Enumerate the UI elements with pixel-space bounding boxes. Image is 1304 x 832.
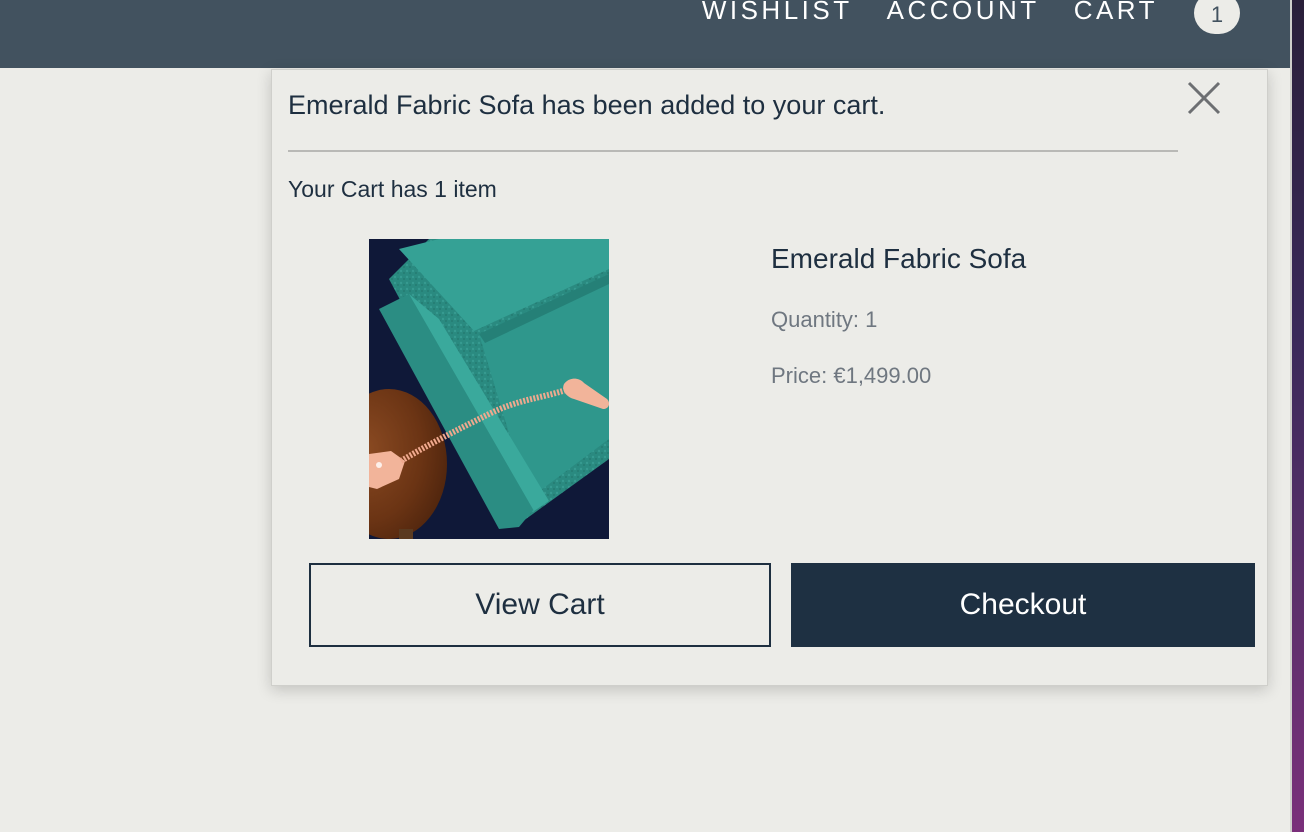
page: WISHLIST ACCOUNT CART 1 Emerald Fabric S… [0,0,1304,832]
close-icon[interactable] [1186,80,1222,116]
added-to-cart-popup: Emerald Fabric Sofa has been added to yo… [271,69,1268,686]
popup-title: Emerald Fabric Sofa has been added to yo… [288,90,886,120]
header-nav: WISHLIST ACCOUNT CART [668,0,1158,32]
product-name[interactable]: Emerald Fabric Sofa [771,243,1026,275]
view-cart-button[interactable]: View Cart [309,563,771,647]
cart-item-count: Your Cart has 1 item [288,176,497,202]
desktop-background-edge [1290,0,1304,832]
product-price: Price: €1,499.00 [771,363,932,388]
sofa-product-image [369,239,609,539]
popup-divider [288,150,1178,152]
close-icon-graphic [1187,81,1221,115]
site-header: WISHLIST ACCOUNT CART 1 [0,0,1290,68]
checkout-button[interactable]: Checkout [791,563,1255,647]
nav-link-wishlist[interactable]: WISHLIST [702,0,853,32]
nav-link-account[interactable]: ACCOUNT [887,0,1040,32]
nav-link-cart[interactable]: CART [1074,0,1158,32]
cart-count-badge[interactable]: 1 [1194,0,1240,34]
product-image[interactable] [369,239,609,539]
product-quantity: Quantity: 1 [771,307,878,332]
